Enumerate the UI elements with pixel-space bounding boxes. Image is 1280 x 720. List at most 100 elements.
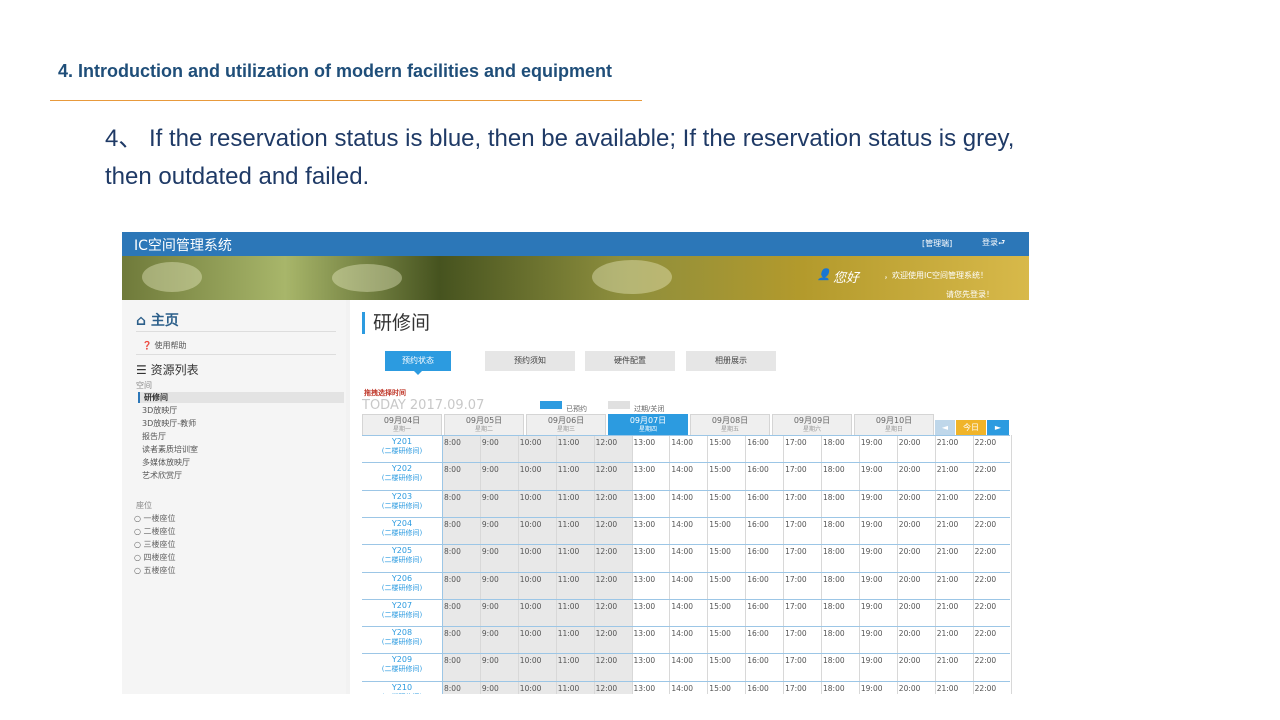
time-slot[interactable]: 8:00 [444,629,461,638]
time-slot[interactable]: 16:00 [747,520,769,529]
tab-photos[interactable]: 相册展示 [686,351,776,371]
time-slot[interactable]: 18:00 [823,465,845,474]
time-slot[interactable]: 9:00 [482,684,499,693]
time-slot[interactable]: 13:00 [634,520,656,529]
time-slot[interactable]: 20:00 [899,465,921,474]
time-slot[interactable]: 20:00 [899,575,921,584]
time-slot[interactable]: 11:00 [558,465,580,474]
time-slot[interactable]: 9:00 [482,465,499,474]
time-slot[interactable]: 13:00 [634,656,656,665]
time-slot[interactable]: 9:00 [482,575,499,584]
time-slot[interactable]: 17:00 [785,438,807,447]
day-tab-0910[interactable]: 09月10日 星期日 [854,414,934,436]
time-slot[interactable]: 19:00 [861,602,883,611]
sidebar-help[interactable]: ❓ 使用帮助 [142,340,187,351]
time-slot[interactable]: 20:00 [899,547,921,556]
room-label[interactable]: Y209 (二楼研修间) [362,653,442,680]
time-slot[interactable]: 12:00 [596,547,618,556]
time-slot[interactable]: 8:00 [444,438,461,447]
time-slot[interactable]: 16:00 [747,465,769,474]
time-slot[interactable]: 13:00 [634,602,656,611]
today-button[interactable]: 今日 [956,420,986,435]
time-slot[interactable]: 21:00 [937,684,959,693]
room-label[interactable]: Y206 (二楼研修间) [362,572,442,599]
time-slot[interactable]: 10:00 [520,547,542,556]
room-label[interactable]: Y201 (二楼研修间) [362,435,442,462]
room-label[interactable]: Y207 (二楼研修间) [362,599,442,626]
time-slot[interactable]: 17:00 [785,656,807,665]
time-slot[interactable]: 10:00 [520,684,542,693]
tab-hardware[interactable]: 硬件配置 [585,351,675,371]
time-slot[interactable]: 8:00 [444,493,461,502]
login-link[interactable]: 登录⮐ [982,237,1005,251]
room-label[interactable]: Y208 (二楼研修间) [362,626,442,653]
sidebar-item-training-room[interactable]: 读者素质培训室 [142,444,198,455]
room-label[interactable]: Y210(二楼研修间) [362,681,442,694]
time-slot[interactable]: 15:00 [709,629,731,638]
time-slot[interactable]: 17:00 [785,493,807,502]
time-slot[interactable]: 14:00 [671,684,693,693]
time-slot[interactable]: 20:00 [899,520,921,529]
time-slot[interactable]: 9:00 [482,520,499,529]
time-slot[interactable]: 16:00 [747,575,769,584]
time-slot[interactable]: 21:00 [937,547,959,556]
time-slot[interactable]: 22:00 [975,629,997,638]
time-slot[interactable]: 11:00 [558,493,580,502]
time-slot[interactable]: 12:00 [596,629,618,638]
time-slot[interactable]: 10:00 [520,629,542,638]
time-slot[interactable]: 15:00 [709,493,731,502]
time-slot[interactable]: 22:00 [975,575,997,584]
time-slot[interactable]: 14:00 [671,493,693,502]
time-slot[interactable]: 11:00 [558,520,580,529]
time-slot[interactable]: 8:00 [444,684,461,693]
time-slot[interactable]: 22:00 [975,493,997,502]
time-slot[interactable]: 10:00 [520,493,542,502]
time-slot[interactable]: 16:00 [747,438,769,447]
time-slot[interactable]: 19:00 [861,493,883,502]
time-slot[interactable]: 19:00 [861,547,883,556]
time-slot[interactable]: 15:00 [709,520,731,529]
seat-floor-3[interactable]: ○ 三楼座位 [134,539,176,550]
time-slot[interactable]: 22:00 [975,684,997,693]
time-slot[interactable]: 10:00 [520,465,542,474]
time-slot[interactable]: 20:00 [899,684,921,693]
time-slot[interactable]: 9:00 [482,656,499,665]
time-slot[interactable]: 22:00 [975,438,997,447]
time-slot[interactable]: 16:00 [747,602,769,611]
time-slot[interactable]: 21:00 [937,656,959,665]
time-slot[interactable]: 21:00 [937,575,959,584]
room-label[interactable]: Y203 (二楼研修间) [362,490,442,517]
time-slot[interactable]: 10:00 [520,602,542,611]
time-slot[interactable]: 18:00 [823,493,845,502]
time-slot[interactable]: 9:00 [482,547,499,556]
time-slot[interactable]: 13:00 [634,493,656,502]
seat-floor-4[interactable]: ○ 四楼座位 [134,552,176,563]
seat-floor-2[interactable]: ○ 二楼座位 [134,526,176,537]
sidebar-item-yanxiujian[interactable]: 研修间 [138,392,344,403]
time-slot[interactable]: 14:00 [671,629,693,638]
time-slot[interactable]: 21:00 [937,629,959,638]
time-slot[interactable]: 19:00 [861,629,883,638]
time-slot[interactable]: 18:00 [823,602,845,611]
day-tab-0909[interactable]: 09月09日 星期六 [772,414,852,436]
tab-reservation-notice[interactable]: 预约须知 [485,351,575,371]
time-slot[interactable]: 10:00 [520,520,542,529]
time-slot[interactable]: 15:00 [709,547,731,556]
admin-link[interactable]: [管理端] [922,238,952,249]
time-slot[interactable]: 16:00 [747,547,769,556]
time-slot[interactable]: 20:00 [899,493,921,502]
time-slot[interactable]: 15:00 [709,684,731,693]
time-slot[interactable]: 20:00 [899,656,921,665]
time-slot[interactable]: 15:00 [709,575,731,584]
time-slot[interactable]: 9:00 [482,438,499,447]
time-slot[interactable]: 17:00 [785,684,807,693]
time-slot[interactable]: 19:00 [861,438,883,447]
time-slot[interactable]: 12:00 [596,493,618,502]
room-label[interactable]: Y202 (二楼研修间) [362,462,442,489]
time-slot[interactable]: 18:00 [823,575,845,584]
time-slot[interactable]: 17:00 [785,575,807,584]
seat-floor-1[interactable]: ○ 一楼座位 [134,513,176,524]
login-prompt[interactable]: 请您先登录！ [946,289,994,300]
day-tab-0904[interactable]: 09月04日 星期一 [362,414,442,436]
time-slot[interactable]: 9:00 [482,629,499,638]
